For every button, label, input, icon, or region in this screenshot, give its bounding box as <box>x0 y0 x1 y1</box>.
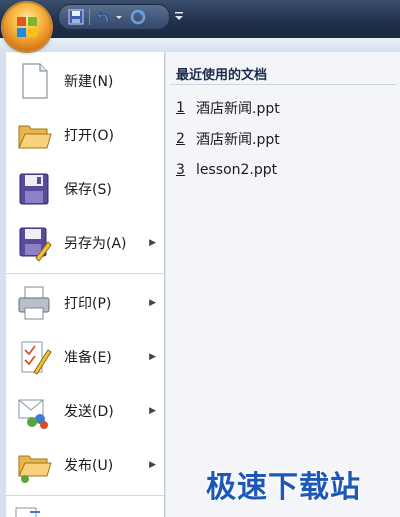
office-logo-icon <box>15 15 39 39</box>
menu-item-print[interactable]: 打印(P) ▶ <box>6 276 164 330</box>
submenu-arrow-icon: ▶ <box>149 238 156 248</box>
submenu-arrow-icon: ▶ <box>149 406 156 416</box>
menu-item-open[interactable]: 打开(O) <box>6 108 164 162</box>
menu-item-publish[interactable]: 发布(U) ▶ <box>6 438 164 492</box>
office-button[interactable] <box>3 3 51 51</box>
menu-separator <box>6 495 164 496</box>
submenu-arrow-icon: ▶ <box>149 352 156 362</box>
printer-icon <box>16 284 52 322</box>
recent-documents-divider <box>170 84 396 85</box>
menu-item-label: 发送(D) <box>64 404 114 420</box>
menu-item-label: 准备(E) <box>64 350 112 366</box>
recent-document-name: 酒店新闻.ppt <box>196 101 280 117</box>
recent-documents-title: 最近使用的文档 <box>176 68 268 83</box>
open-folder-icon <box>16 116 52 154</box>
quick-access-toolbar <box>58 4 170 30</box>
menu-separator <box>6 273 164 274</box>
recent-documents-pane <box>166 52 400 517</box>
menu-item-save-as[interactable]: 另存为(A) ▶ <box>6 216 164 270</box>
menu-item-label: 另存为(A) <box>64 236 127 252</box>
recent-document-item[interactable]: 3 lesson2.ppt <box>176 158 277 182</box>
recent-document-item[interactable]: 1 酒店新闻.ppt <box>176 96 280 120</box>
site-watermark: 极速下载站 <box>206 470 361 505</box>
send-icon <box>16 392 52 430</box>
menu-item-label: 发布(U) <box>64 458 114 474</box>
undo-icon[interactable] <box>95 8 113 26</box>
menu-item-send[interactable]: 发送(D) ▶ <box>6 384 164 438</box>
menu-top-strip <box>0 38 400 52</box>
save-as-icon <box>16 224 52 262</box>
title-bar <box>0 0 400 38</box>
submenu-arrow-icon: ▶ <box>149 298 156 308</box>
recent-document-name: 酒店新闻.ppt <box>196 132 280 148</box>
customize-qat-icon[interactable] <box>172 8 186 22</box>
recent-document-number: 1 <box>176 100 185 116</box>
menu-item-new[interactable]: 新建(N) <box>6 54 164 108</box>
recent-document-name: lesson2.ppt <box>196 162 278 178</box>
recent-document-number: 2 <box>176 131 185 147</box>
qat-separator <box>89 9 90 25</box>
menu-item-label: 新建(N) <box>64 74 114 90</box>
menu-item-label: 打开(O) <box>64 128 114 144</box>
menu-item-save[interactable]: 保存(S) <box>6 162 164 216</box>
undo-dropdown-icon[interactable] <box>114 8 124 26</box>
submenu-arrow-icon: ▶ <box>149 460 156 470</box>
recent-document-number: 3 <box>176 162 185 178</box>
menu-item-prepare[interactable]: 准备(E) ▶ <box>6 330 164 384</box>
menu-item-label: 保存(S) <box>64 182 112 198</box>
recent-document-item[interactable]: 2 酒店新闻.ppt <box>176 127 280 151</box>
office-menu-commands: 新建(N) 打开(O) 保存(S) 另存为(A) ▶ 打印(P) ▶ 准备(E)… <box>6 52 165 517</box>
save-icon[interactable] <box>67 8 85 26</box>
menu-item-label: 打印(P) <box>64 296 112 312</box>
publish-folder-icon <box>16 446 52 484</box>
redo-icon[interactable] <box>129 8 147 26</box>
new-document-icon <box>16 62 52 100</box>
save-disk-icon <box>16 170 52 208</box>
prepare-document-icon <box>16 338 52 376</box>
close-document-icon[interactable] <box>10 504 46 517</box>
